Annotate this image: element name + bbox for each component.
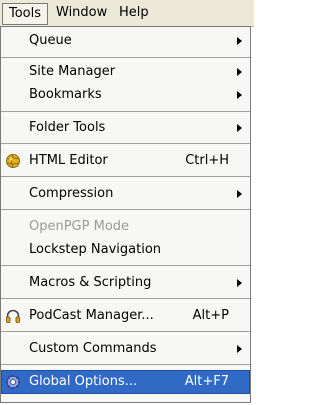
menu-window[interactable]: Window — [50, 3, 113, 23]
menu-item-bookmarks[interactable]: Bookmarks — [1, 83, 250, 107]
submenu-arrow-icon — [237, 190, 242, 198]
menu-item-queue-label: Queue — [29, 33, 72, 48]
global-options-gear-icon — [5, 374, 21, 390]
menu-bar: Tools Window Help — [0, 0, 254, 27]
menu-item-macros-scripting[interactable]: Macros & Scripting — [1, 271, 250, 295]
menu-item-html-editor-shortcut: Ctrl+H — [185, 153, 229, 168]
submenu-arrow-icon — [237, 279, 242, 287]
tools-dropdown-menu: Queue Site Manager Bookmarks Folder Tool… — [0, 26, 251, 403]
menu-item-custom-commands[interactable]: Custom Commands — [1, 337, 250, 361]
html-editor-globe-icon — [5, 153, 21, 169]
menu-separator — [1, 143, 250, 147]
submenu-arrow-icon — [237, 345, 242, 353]
submenu-arrow-icon — [237, 91, 242, 99]
menu-item-podcast-manager-shortcut: Alt+P — [192, 308, 229, 323]
menu-item-global-options-label: Global Options... — [29, 374, 138, 389]
menu-item-compression[interactable]: Compression — [1, 182, 250, 206]
menu-item-bookmarks-label: Bookmarks — [29, 87, 102, 102]
menu-item-html-editor-label: HTML Editor — [29, 153, 108, 168]
menu-help[interactable]: Help — [113, 3, 155, 23]
menu-item-folder-tools-label: Folder Tools — [29, 120, 106, 135]
menu-item-queue[interactable]: Queue — [1, 29, 250, 53]
menu-item-global-options-shortcut: Alt+F7 — [184, 374, 229, 389]
menu-item-openpgp-mode-label: OpenPGP Mode — [29, 219, 130, 234]
menu-item-folder-tools[interactable]: Folder Tools — [1, 116, 250, 140]
tools-dropdown-body: Queue Site Manager Bookmarks Folder Tool… — [1, 27, 250, 402]
menu-separator — [1, 331, 250, 335]
menu-help-label: Help — [119, 5, 149, 20]
menu-item-macros-scripting-label: Macros & Scripting — [29, 275, 152, 290]
menu-item-global-options[interactable]: Global Options... Alt+F7 — [1, 370, 250, 394]
menu-separator — [1, 209, 250, 213]
podcast-headphones-icon — [5, 308, 21, 324]
menu-window-label: Window — [56, 5, 108, 20]
menu-item-podcast-manager-label: PodCast Manager... — [29, 308, 154, 323]
menu-item-lockstep-navigation[interactable]: Lockstep Navigation — [1, 238, 250, 262]
menu-separator — [1, 176, 250, 180]
submenu-arrow-icon — [237, 124, 242, 132]
menu-separator — [1, 364, 250, 368]
menu-separator — [1, 265, 250, 269]
menu-item-compression-label: Compression — [29, 186, 114, 201]
submenu-arrow-icon — [237, 37, 242, 45]
menu-item-openpgp-mode: OpenPGP Mode — [1, 215, 250, 239]
menu-item-lockstep-navigation-label: Lockstep Navigation — [29, 242, 162, 257]
menu-tools-label: Tools — [9, 6, 42, 21]
menu-item-site-manager-label: Site Manager — [29, 64, 116, 79]
menu-item-html-editor[interactable]: HTML Editor Ctrl+H — [1, 149, 250, 173]
menu-item-podcast-manager[interactable]: PodCast Manager... Alt+P — [1, 304, 250, 328]
menu-tools[interactable]: Tools — [2, 3, 49, 25]
menu-item-custom-commands-label: Custom Commands — [29, 341, 157, 356]
menu-separator — [1, 111, 250, 115]
menu-item-site-manager[interactable]: Site Manager — [1, 60, 250, 84]
submenu-arrow-icon — [237, 68, 242, 76]
menu-separator — [1, 298, 250, 302]
